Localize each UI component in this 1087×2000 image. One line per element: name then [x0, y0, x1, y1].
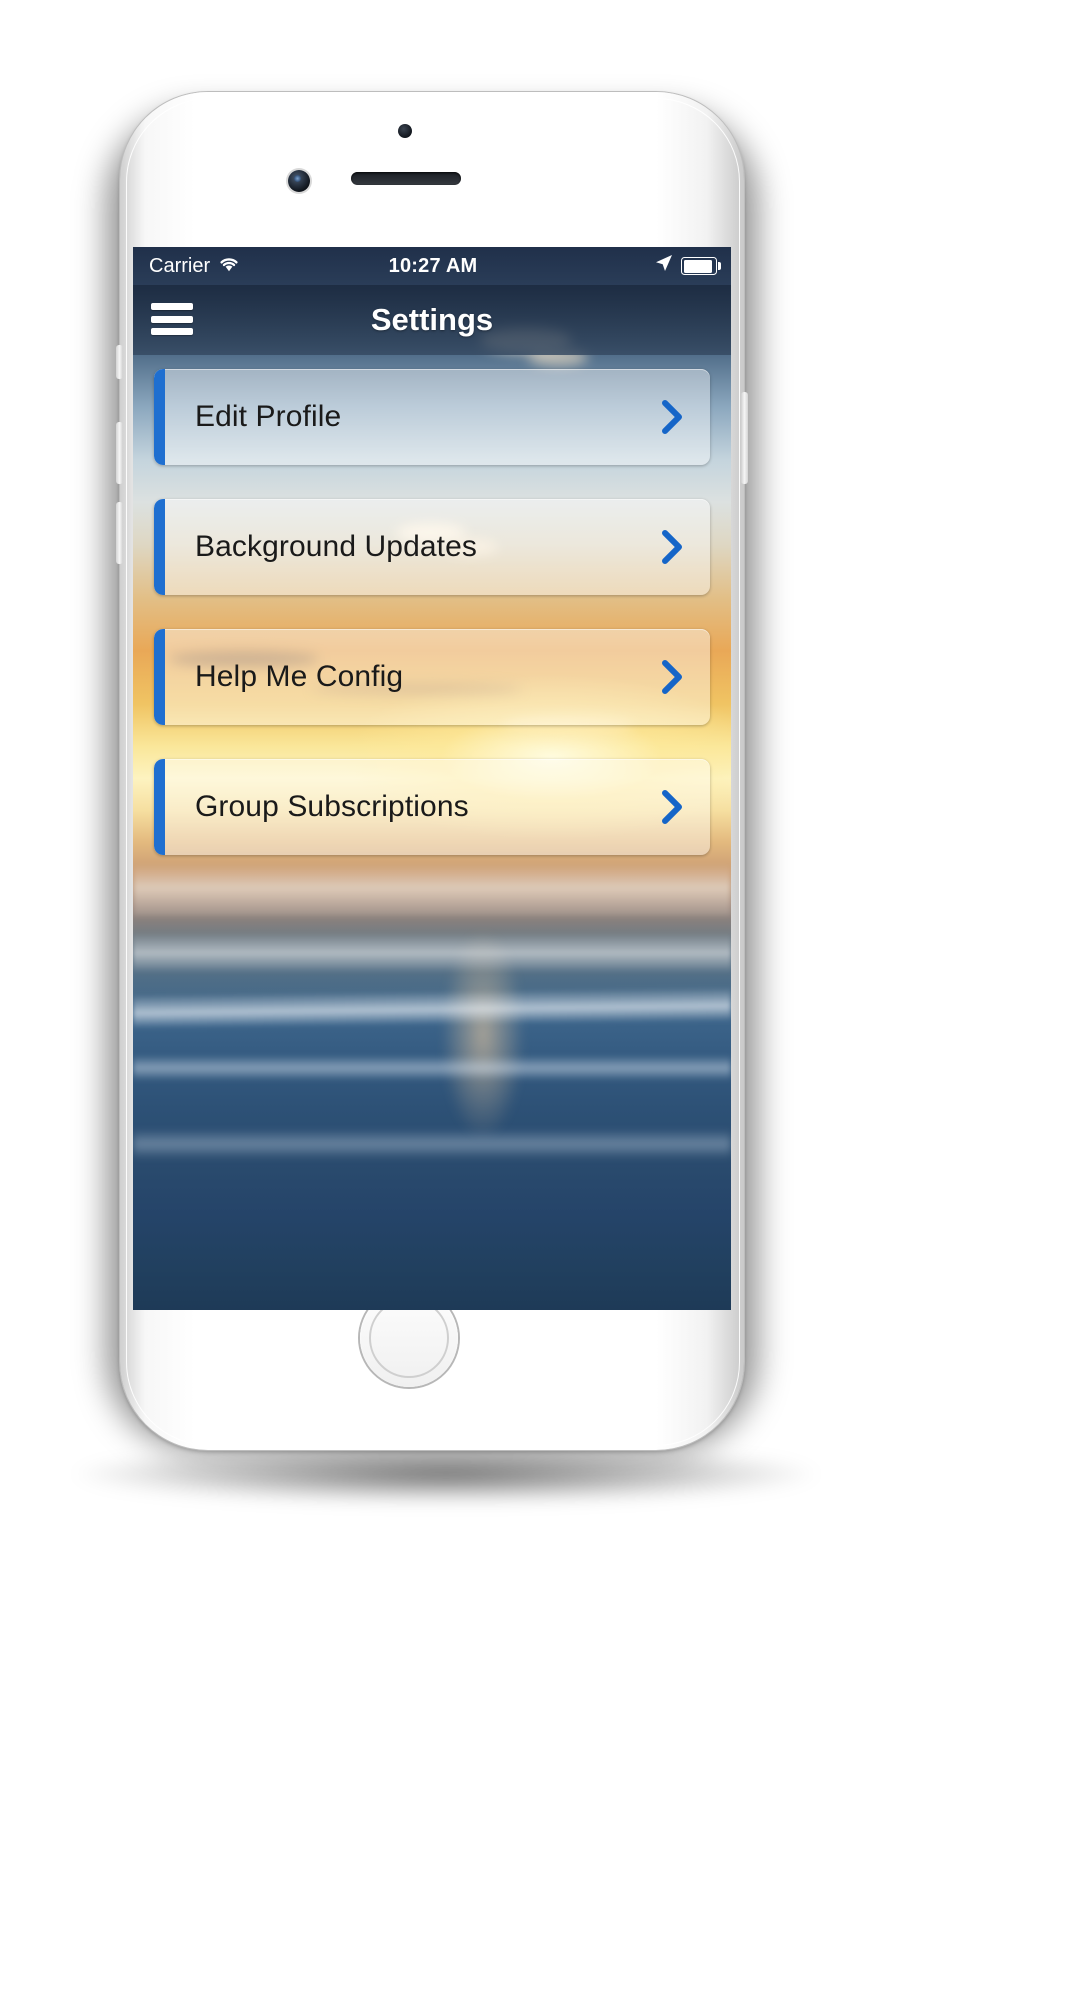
settings-item-help-me-config[interactable]: Help Me Config: [154, 629, 710, 725]
settings-menu-list: Edit Profile Background Updates Help Me …: [133, 355, 731, 1310]
chevron-right-icon: [662, 790, 684, 824]
hamburger-bar: [151, 303, 193, 310]
battery-full-icon: [681, 257, 721, 275]
status-bar-time: 10:27 AM: [388, 254, 478, 277]
front-camera-icon: [398, 124, 412, 138]
settings-item-background-updates[interactable]: Background Updates: [154, 499, 710, 595]
hamburger-bar: [151, 328, 193, 335]
carrier-label: Carrier: [149, 254, 211, 277]
page-title: Settings: [370, 302, 494, 337]
silent-switch[interactable]: [116, 345, 123, 379]
power-button[interactable]: [741, 392, 748, 484]
chevron-right-icon: [662, 400, 684, 434]
navigation-bar: Settings: [133, 285, 731, 355]
accent-bar: [154, 759, 165, 855]
hamburger-bar: [151, 315, 193, 323]
settings-item-label: Edit Profile: [195, 400, 342, 433]
status-bar: Carrier 10:27 AM: [133, 247, 731, 285]
device-ground-shadow: [66, 1444, 826, 1504]
phone-screen: Carrier 10:27 AM Settings Edit Profile B…: [133, 247, 731, 1310]
volume-down-button[interactable]: [116, 502, 123, 564]
chevron-right-icon: [662, 530, 684, 564]
status-bar-left: Carrier: [133, 255, 336, 278]
chevron-right-icon: [662, 660, 684, 694]
settings-item-label: Group Subscriptions: [195, 790, 469, 823]
accent-bar: [154, 499, 165, 595]
hamburger-menu-icon[interactable]: [151, 303, 193, 335]
earpiece-speaker-icon: [351, 172, 461, 185]
accent-bar: [154, 629, 165, 725]
rear-camera-icon: [288, 170, 310, 192]
settings-item-label: Help Me Config: [195, 660, 404, 693]
wifi-icon: [218, 255, 240, 278]
settings-item-edit-profile[interactable]: Edit Profile: [154, 369, 710, 465]
location-arrow-icon: [655, 254, 673, 278]
status-bar-right: [530, 254, 731, 278]
phone-device: Carrier 10:27 AM Settings Edit Profile B…: [66, 92, 826, 1504]
settings-item-group-subscriptions[interactable]: Group Subscriptions: [154, 759, 710, 855]
settings-item-label: Background Updates: [195, 530, 477, 563]
accent-bar: [154, 369, 165, 465]
volume-up-button[interactable]: [116, 422, 123, 484]
